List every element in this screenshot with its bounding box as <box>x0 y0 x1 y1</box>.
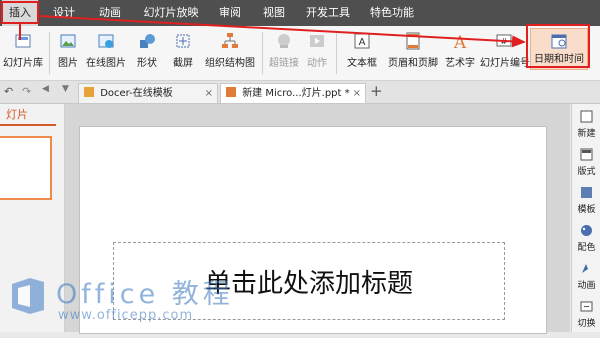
header-footer-button[interactable]: 页眉和页脚 <box>386 26 440 80</box>
new-label: 新建 <box>577 129 596 139</box>
org-chart-button[interactable]: 组织结构图 <box>202 26 258 80</box>
chevron-down-icon[interactable]: ▼ <box>62 84 69 94</box>
tab-docer-label: Docer-在线模板 <box>100 88 173 99</box>
screenshot-icon <box>176 34 190 48</box>
wordart-label: 艺术字 <box>445 58 475 69</box>
new-slide-button[interactable]: 新建 <box>572 106 600 148</box>
svg-text:A: A <box>359 37 366 48</box>
slides-tab-underline <box>0 124 56 126</box>
redo-icon[interactable]: ↷ <box>22 85 31 98</box>
template-label: 模板 <box>577 205 596 215</box>
watermark: Office 教程 www.officepp.com <box>8 268 288 332</box>
slide-thumbnail[interactable] <box>0 136 52 200</box>
animation-button[interactable]: 动画 <box>572 258 600 300</box>
picture-icon <box>60 34 76 48</box>
online-picture-button[interactable]: 在线图片 <box>84 26 128 80</box>
ppt-icon <box>226 87 236 97</box>
hyperlink-icon <box>278 34 290 48</box>
tab-new-presentation-label: 新建 Micro...灯片.ppt * <box>242 88 350 99</box>
docer-icon <box>84 87 94 97</box>
animation-icon <box>582 264 591 273</box>
date-time-highlight <box>526 24 590 68</box>
screenshot-label: 截屏 <box>173 58 193 69</box>
slide-library-button[interactable]: 幻灯片库 <box>0 26 46 80</box>
hyperlink-button[interactable]: 超链接 <box>266 26 302 80</box>
slide-library-icon <box>15 34 31 48</box>
animation-label: 动画 <box>577 281 596 291</box>
tab-slideshow[interactable]: 幻灯片放映 <box>138 0 204 26</box>
tab-docer[interactable]: Docer-在线模板 × <box>78 83 218 103</box>
color-scheme-button[interactable]: 配色 <box>572 220 600 262</box>
tab-features[interactable]: 特色功能 <box>364 0 420 26</box>
textbox-label: 文本框 <box>347 58 377 69</box>
wordart-button[interactable]: A 艺术字 <box>442 26 478 80</box>
watermark-brand: Office 教程 <box>56 279 234 310</box>
undo-icon[interactable]: ↶ <box>4 85 13 98</box>
slide-number-icon: # <box>496 34 512 47</box>
slide-number-label: 幻灯片编号 <box>480 58 530 69</box>
close-icon[interactable]: × <box>353 84 361 103</box>
slides-tab-label[interactable]: 灯片 <box>6 106 28 122</box>
screenshot-button[interactable]: 截屏 <box>166 26 200 80</box>
header-footer-label: 页眉和页脚 <box>388 58 438 69</box>
transition-label: 切换 <box>577 319 596 329</box>
picture-label: 图片 <box>58 58 78 69</box>
tab-developer[interactable]: 开发工具 <box>300 0 356 26</box>
template-icon <box>581 187 592 198</box>
chevron-left-icon[interactable]: ◀ <box>42 84 49 94</box>
layout-button[interactable]: 版式 <box>572 144 600 186</box>
task-pane: 新建 版式 模板 配色 动画 切换 <box>571 104 600 332</box>
palette-icon <box>581 225 592 236</box>
layout-icon <box>580 148 593 161</box>
divider <box>262 32 263 74</box>
textbox-button[interactable]: A 文本框 <box>340 26 384 80</box>
slide-library-label: 幻灯片库 <box>3 58 43 69</box>
action-label: 动作 <box>307 58 327 69</box>
insert-tab-highlight <box>1 1 39 24</box>
textbox-icon: A <box>354 33 370 49</box>
slide-number-button[interactable]: # 幻灯片编号 <box>480 26 530 80</box>
watermark-url: www.officepp.com <box>58 308 194 323</box>
picture-button[interactable]: 图片 <box>54 26 82 80</box>
tab-design[interactable]: 设计 <box>46 0 82 26</box>
action-icon <box>310 35 324 47</box>
close-icon[interactable]: × <box>205 84 213 103</box>
color-scheme-label: 配色 <box>577 243 596 253</box>
new-tab-plus-icon[interactable]: + <box>370 82 383 100</box>
tab-review[interactable]: 审阅 <box>212 0 248 26</box>
online-picture-icon <box>98 34 114 48</box>
hyperlink-label: 超链接 <box>269 58 299 69</box>
divider <box>49 32 50 74</box>
transition-icon <box>580 301 593 312</box>
divider <box>336 32 337 74</box>
layout-label: 版式 <box>577 167 596 177</box>
tab-animation[interactable]: 动画 <box>92 0 128 26</box>
online-picture-label: 在线图片 <box>86 58 126 69</box>
svg-text:#: # <box>501 37 508 46</box>
org-chart-icon <box>222 33 238 48</box>
template-button[interactable]: 模板 <box>572 182 600 224</box>
menu-bar: 插入 设计 动画 幻灯片放映 审阅 视图 开发工具 特色功能 <box>0 0 600 26</box>
office-logo-icon <box>12 278 44 314</box>
tab-new-presentation[interactable]: 新建 Micro...灯片.ppt * × <box>220 83 366 103</box>
shapes-icon <box>140 34 155 48</box>
ribbon: 幻灯片库 图片 在线图片 形状 截屏 组织结构图 超链接 动作 A 文本框 页眉… <box>0 26 600 81</box>
tab-view[interactable]: 视图 <box>256 0 292 26</box>
shapes-label: 形状 <box>137 58 157 69</box>
action-button[interactable]: 动作 <box>302 26 332 80</box>
wordart-icon: A <box>453 33 467 50</box>
org-chart-label: 组织结构图 <box>205 58 255 69</box>
document-tab-strip: ↶ ↷ ◀ ▼ Docer-在线模板 × 新建 Micro...灯片.ppt *… <box>0 81 600 104</box>
new-icon <box>580 110 593 123</box>
svg-text:A: A <box>453 33 467 50</box>
header-footer-icon <box>406 32 420 50</box>
shapes-button[interactable]: 形状 <box>130 26 164 80</box>
